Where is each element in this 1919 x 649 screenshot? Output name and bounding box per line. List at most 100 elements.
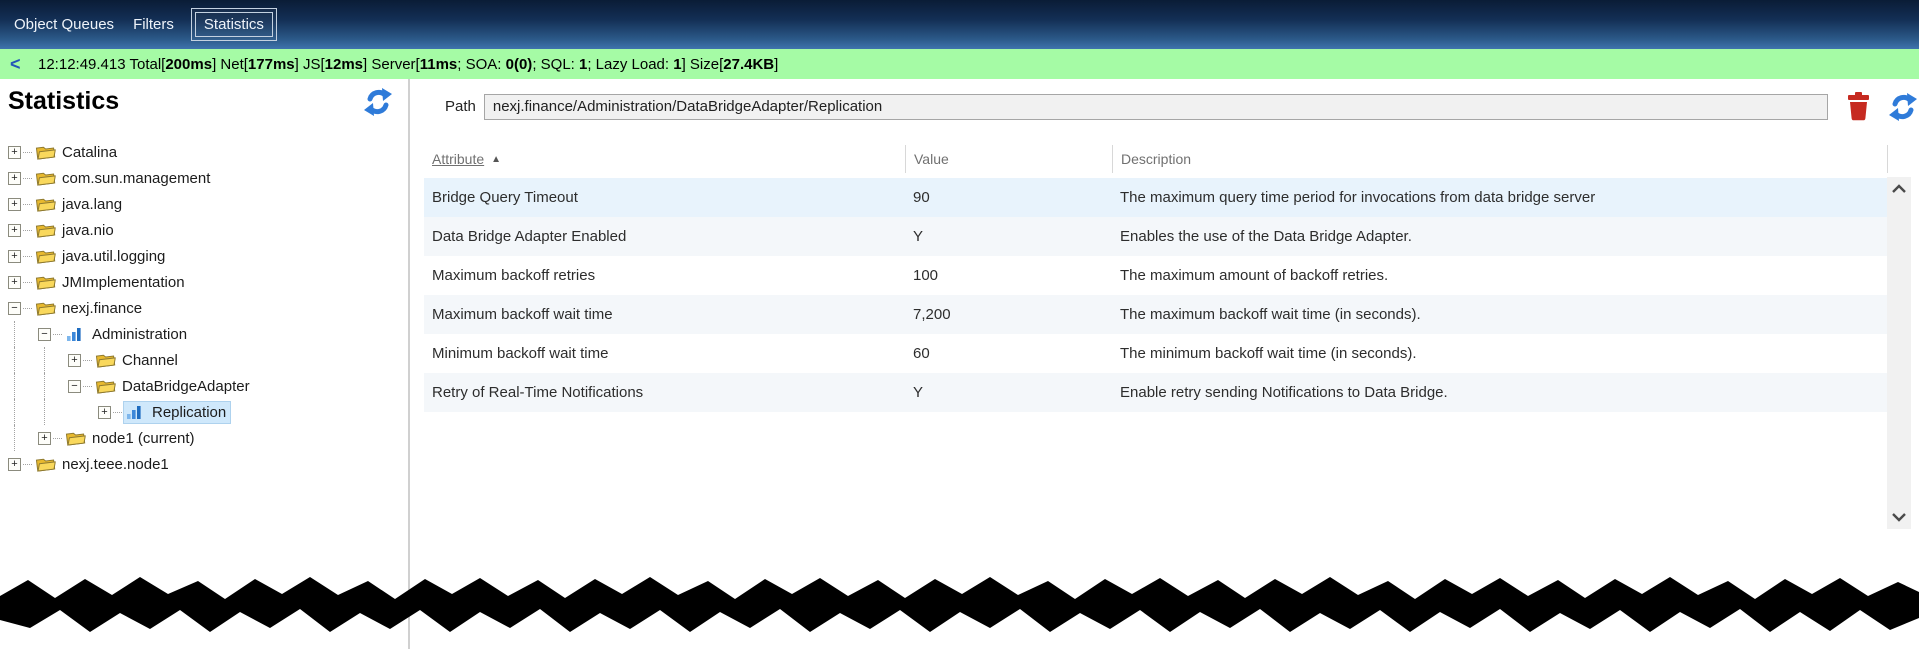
tree-item-label: nexj.finance [62,300,142,317]
tree-item-replication[interactable]: + Replication [0,399,408,425]
table-row[interactable]: Data Bridge Adapter EnabledYEnables the … [424,217,1888,256]
trash-icon[interactable] [1845,91,1872,122]
tree-entry[interactable]: node1 (current) [64,428,199,449]
collapse-icon[interactable]: − [38,328,51,341]
tree-indent-guide [8,425,38,451]
tree-item-nexj-finance[interactable]: − nexj.finance [0,295,408,321]
tree-entry[interactable]: com.sun.management [34,168,214,189]
expand-icon[interactable]: + [8,458,21,471]
tree-entry[interactable]: Catalina [34,142,121,163]
table-row[interactable]: Retry of Real-Time NotificationsYEnable … [424,373,1888,412]
application-window: Object Queues Filters Statistics < 12:12:4… [0,0,1919,649]
tree-item-com-sun-management[interactable]: + com.sun.management [0,165,408,191]
collapse-icon[interactable]: − [8,302,21,315]
tree-entry[interactable]: java.lang [34,194,126,215]
attribute-cell: Retry of Real-Time Notifications [424,384,905,401]
tree-selection[interactable]: Replication [124,402,230,423]
tree-item-channel[interactable]: + Channel [0,347,408,373]
status-segment: ] JS[ [295,56,325,73]
refresh-icon[interactable] [1887,91,1919,123]
folder-icon [36,274,56,290]
expand-icon[interactable]: + [8,276,21,289]
tree-entry[interactable]: nexj.finance [34,298,146,319]
expand-icon[interactable]: + [68,354,81,367]
tree-item-jmimplementation[interactable]: + JMImplementation [0,269,408,295]
tree-connector [83,386,92,387]
column-header-description[interactable]: Description [1112,145,1888,173]
tree-indent-guide [38,373,68,399]
tree-item-label: nexj.teee.node1 [62,456,169,473]
tab-statistics[interactable]: Statistics [191,8,277,41]
tree-indent-guide [38,399,68,425]
attribute-cell: Bridge Query Timeout [424,189,905,206]
table-body: Bridge Query Timeout90The maximum query … [424,178,1888,412]
tab-object-queues[interactable]: Object Queues [12,8,116,41]
tree-entry[interactable]: java.util.logging [34,246,169,267]
tree-item-databridgeadapter[interactable]: −DataBridgeAdapter [0,373,408,399]
tree-connector [23,152,32,153]
tree-connector [23,282,32,283]
status-segment: 12:12:49.413 Total[ [38,56,165,73]
folder-icon [36,222,56,238]
bar-chart-icon [126,404,146,420]
tree-entry[interactable]: java.nio [34,220,118,241]
status-segment: ] Server[ [363,56,420,73]
tree-item-label: Administration [92,326,187,343]
collapse-icon[interactable]: − [68,380,81,393]
tree-entry[interactable]: JMImplementation [34,272,189,293]
table-row[interactable]: Maximum backoff wait time7,200The maximu… [424,295,1888,334]
column-header-attribute[interactable]: Attribute▲ [424,145,905,173]
status-segment: 11ms [420,56,458,73]
table-row[interactable]: Maximum backoff retries100The maximum am… [424,256,1888,295]
tree-entry[interactable]: Administration [64,324,191,345]
chevron-down-icon[interactable] [1891,512,1907,522]
tree-item-java-nio[interactable]: + java.nio [0,217,408,243]
folder-icon [36,456,56,472]
tree-item-java-lang[interactable]: + java.lang [0,191,408,217]
tree-item-administration[interactable]: − Administration [0,321,408,347]
table-row[interactable]: Minimum backoff wait time60The minimum b… [424,334,1888,373]
value-cell: 60 [905,345,1112,362]
tree-connector [53,438,62,439]
tree-indent-guide [8,321,38,347]
status-segment: ; SQL: [532,56,579,73]
value-cell: 7,200 [905,306,1112,323]
status-segment: 200ms [165,56,212,73]
tab-filters[interactable]: Filters [131,8,176,41]
description-cell: Enable retry sending Notifications to Da… [1112,384,1888,401]
back-arrow-icon[interactable]: < [10,54,30,75]
tree-connector [23,204,32,205]
tree-item-catalina[interactable]: + Catalina [0,139,408,165]
table-row[interactable]: Bridge Query Timeout90The maximum query … [424,178,1888,217]
expand-icon[interactable]: + [8,224,21,237]
tree-item-nexj-teee-node1[interactable]: + nexj.teee.node1 [0,451,408,477]
tree-entry[interactable]: DataBridgeAdapter [94,376,254,397]
attribute-cell: Minimum backoff wait time [424,345,905,362]
status-segment: ; Lazy Load: [587,56,673,73]
expand-icon[interactable]: + [8,250,21,263]
tree-item-label: java.lang [62,196,122,213]
tree-item-node1-current[interactable]: + node1 (current) [0,425,408,451]
tree-entry[interactable]: Channel [94,350,182,371]
column-header-value[interactable]: Value [905,145,1112,173]
vertical-scrollbar[interactable] [1887,177,1911,529]
expand-icon[interactable]: + [8,172,21,185]
expand-icon[interactable]: + [98,406,111,419]
tree-entry[interactable]: nexj.teee.node1 [34,454,173,475]
folder-icon [36,144,56,160]
folder-icon [36,170,56,186]
tree-connector [23,308,32,309]
column-header-label: Description [1121,151,1191,167]
tree-indent-guide [8,347,38,373]
path-input[interactable] [484,94,1828,120]
description-cell: Enables the use of the Data Bridge Adapt… [1112,228,1888,245]
expand-icon[interactable]: + [8,146,21,159]
tree-item-java-util-logging[interactable]: + java.util.logging [0,243,408,269]
refresh-icon[interactable] [362,86,394,118]
status-segment: 0(0) [506,56,533,73]
expand-icon[interactable]: + [38,432,51,445]
expand-icon[interactable]: + [8,198,21,211]
content-panel: Path Attribute▲ValueDescription Bridge Q… [410,79,1919,649]
status-segment: 12ms [325,56,363,73]
chevron-up-icon[interactable] [1891,184,1907,194]
